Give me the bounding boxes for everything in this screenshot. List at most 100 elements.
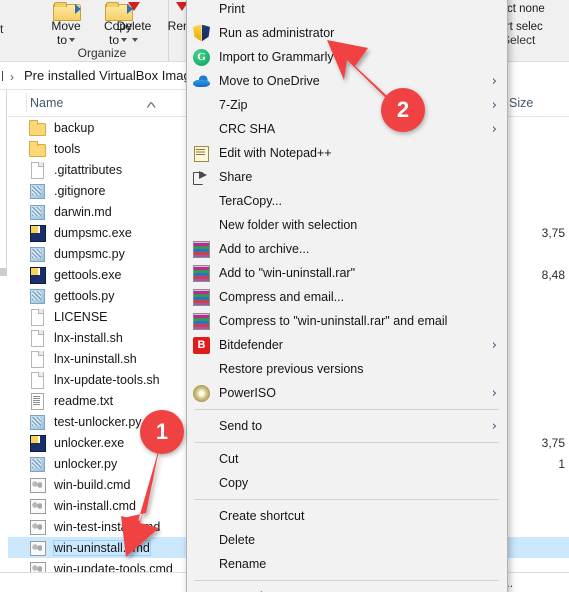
file-size: 1 [558,456,565,471]
vertical-scrollbar[interactable] [0,90,8,570]
menu-item-add-to-win-uninstall-rar[interactable]: Add to "win-uninstall.rar" [187,261,507,285]
blank-file-icon [28,161,46,179]
menu-item-run-as-administrator[interactable]: Run as administrator [187,21,507,45]
menu-item-label: Copy [219,476,249,490]
python-icon [28,203,46,220]
menu-item-add-to-archive[interactable]: Add to archive... [187,237,507,261]
file-name: unlocker.py [54,456,118,471]
menu-item-label: Import to Grammarly [219,50,334,64]
winrar-icon [193,288,210,306]
menu-item-rename[interactable]: Rename [187,552,507,576]
cmd-icon [28,518,46,535]
folder-icon [28,119,46,136]
file-size: 8,48 [541,267,565,282]
menu-item-bitdefender[interactable]: Bitdefender › [187,333,507,357]
delete-button[interactable]: Delete [108,2,160,47]
menu-icon-placeholder [193,475,210,492]
menu-item-label: Move to OneDrive [219,74,320,88]
file-name: readme.txt [54,393,114,408]
menu-icon-placeholder [193,121,210,138]
menu-item-label: Bitdefender [219,338,283,352]
move-to-button[interactable]: Move to [40,2,92,47]
file-name: LICENSE [54,309,108,324]
context-menu[interactable]: Print Run as administrator Import to Gramm… [186,0,508,592]
shield-icon [193,24,210,42]
menu-item-label: New folder with selection [219,218,358,232]
file-name: win-build.cmd [54,477,131,492]
python-icon [28,287,46,304]
menu-item-crc-sha[interactable]: CRC SHA › [187,117,507,141]
python-icon [28,413,46,430]
notepadpp-icon [193,145,210,162]
folder-icon [28,140,46,157]
menu-item-label: 7-Zip [219,98,248,112]
scrollbar-track [0,90,7,268]
winrar-icon [193,264,210,282]
chevron-right-icon[interactable]: › [10,70,14,84]
menu-item-compress-and-email[interactable]: Compress and email... [187,285,507,309]
move-to-label-2: to [56,33,67,47]
menu-item-copy[interactable]: Copy [187,471,507,495]
menu-item-new-folder-with-selection[interactable]: New folder with selection [187,213,507,237]
blank-file-icon [28,350,46,368]
menu-item-teracopy[interactable]: TeraCopy... [187,189,507,213]
chevron-right-icon: › [491,419,497,434]
chevron-right-icon: › [491,338,497,353]
column-header-name[interactable]: Name [30,96,63,110]
file-name: win-install.cmd [54,498,136,513]
file-name: dumpsmc.py [54,246,125,261]
menu-item-compress-to-win-uninstall-rar-and-email[interactable]: Compress to "win-uninstall.rar" and emai… [187,309,507,333]
menu-item-print[interactable]: Print [187,0,507,21]
menu-item-share[interactable]: Share [187,165,507,189]
column-divider [26,93,27,112]
menu-icon-placeholder [193,361,210,378]
annotation-badge-2: 2 [381,88,425,132]
menu-icon-placeholder [193,418,210,435]
chevron-down-icon [132,38,138,42]
chevron-right-icon: › [491,122,497,137]
menu-item-cut[interactable]: Cut [187,447,507,471]
scrollbar-thumb[interactable] [0,268,7,276]
menu-icon-placeholder [193,508,210,525]
sort-ascending-icon: ˄ [145,100,157,112]
menu-item-poweriso[interactable]: PowerISO › [187,381,507,405]
menu-item-properties[interactable]: Properties [187,585,507,592]
menu-item-label: CRC SHA [219,122,276,136]
menu-item-send-to[interactable]: Send to › [187,414,507,438]
text-file-icon [28,392,46,410]
exe-icon [28,266,46,284]
exe-icon [28,224,46,242]
menu-item-label: Edit with Notepad++ [219,146,332,160]
menu-item-create-shortcut[interactable]: Create shortcut [187,504,507,528]
menu-item-label: Compress to "win-uninstall.rar" and emai… [219,314,448,328]
ribbon-group-label-organize: Organize [77,46,127,60]
menu-icon-placeholder [193,451,210,468]
file-name: .gitattributes [54,162,123,177]
menu-item-restore-previous-versions[interactable]: Restore previous versions [187,357,507,381]
move-to-label-1: Move [51,19,81,33]
menu-item-delete[interactable]: Delete [187,528,507,552]
file-size: 3,75 [541,435,565,450]
menu-item-move-to-onedrive[interactable]: Move to OneDrive › [187,69,507,93]
file-size: 3,75 [541,225,565,240]
breadcrumb-overflow-icon[interactable] [2,71,6,81]
menu-icon-placeholder [193,1,210,18]
chevron-right-icon: › [491,98,497,113]
menu-item-label: Add to archive... [219,242,310,256]
menu-item-7-zip[interactable]: 7-Zip › [187,93,507,117]
menu-item-import-to-grammarly[interactable]: Import to Grammarly [187,45,507,69]
menu-item-edit-with-notepad[interactable]: Edit with Notepad++ [187,141,507,165]
move-to-folder-icon [53,2,81,21]
file-name: backup [54,120,95,135]
winrar-icon [193,312,210,330]
menu-item-label: PowerISO [219,386,276,400]
column-header-size[interactable]: Size [509,96,533,110]
breadcrumb-path[interactable]: Pre installed VirtualBox Image [24,68,198,83]
file-name: lnx-uninstall.sh [54,351,137,366]
menu-item-label: Compress and email... [219,290,345,304]
menu-item-label: Add to "win-uninstall.rar" [219,266,356,280]
menu-item-label: Send to [219,419,263,433]
chevron-right-icon: › [491,386,497,401]
file-name: tools [54,141,81,156]
file-name: unlocker.exe [54,435,125,450]
